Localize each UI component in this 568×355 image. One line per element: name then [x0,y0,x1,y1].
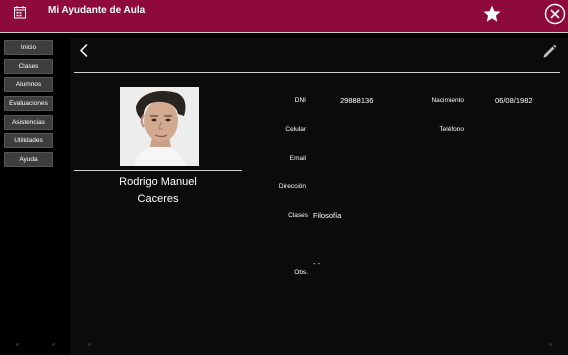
email-label: Email [289,155,306,162]
telefono-label: Teléfono [439,126,464,133]
student-last-name: Caceres [137,193,179,205]
sidebar-item-inicio[interactable]: Inicio [4,40,53,55]
dni-label: DNI [294,97,306,104]
name-divider [74,170,242,171]
sidebar-item-clases[interactable]: Clases [4,59,53,74]
nacimiento-value: 06/08/1982 [495,96,533,105]
clases-label: Clases [288,212,308,219]
student-photo [120,87,199,166]
pencil-icon[interactable] [541,43,558,60]
celular-label: Celular [285,126,306,133]
close-icon[interactable] [544,3,566,25]
clases-value: Filosofía [313,211,342,220]
bottom-indicator [16,343,19,346]
student-first-name: Rodrigo Manuel [119,176,197,188]
bottom-indicator [52,343,55,346]
title-bar: Mi Ayudante de Aula [0,0,568,33]
obs-value: - - [313,259,321,268]
direccion-label: Dirección [278,183,306,190]
sidebar-item-evaluaciones[interactable]: Evaluaciones [4,96,53,111]
sidebar-item-ayuda[interactable]: Ayuda [4,152,53,167]
sidebar-item-alumnos[interactable]: Alumnos [4,77,53,92]
calendar-icon [14,6,26,19]
dni-value: 29888136 [340,96,374,105]
bottom-indicator [549,343,552,346]
star-icon[interactable] [482,4,502,24]
sidebar-item-utilidades[interactable]: Utilidades [4,133,53,148]
obs-label: Obs. [294,269,308,276]
nacimiento-label: Nacimiento [431,97,464,104]
chevron-left-icon[interactable] [78,43,90,58]
sidebar-item-asistencias[interactable]: Asistencias [4,115,53,130]
header-divider [74,72,560,73]
app-title: Mi Ayudante de Aula [48,5,146,16]
bottom-indicator [88,343,91,346]
